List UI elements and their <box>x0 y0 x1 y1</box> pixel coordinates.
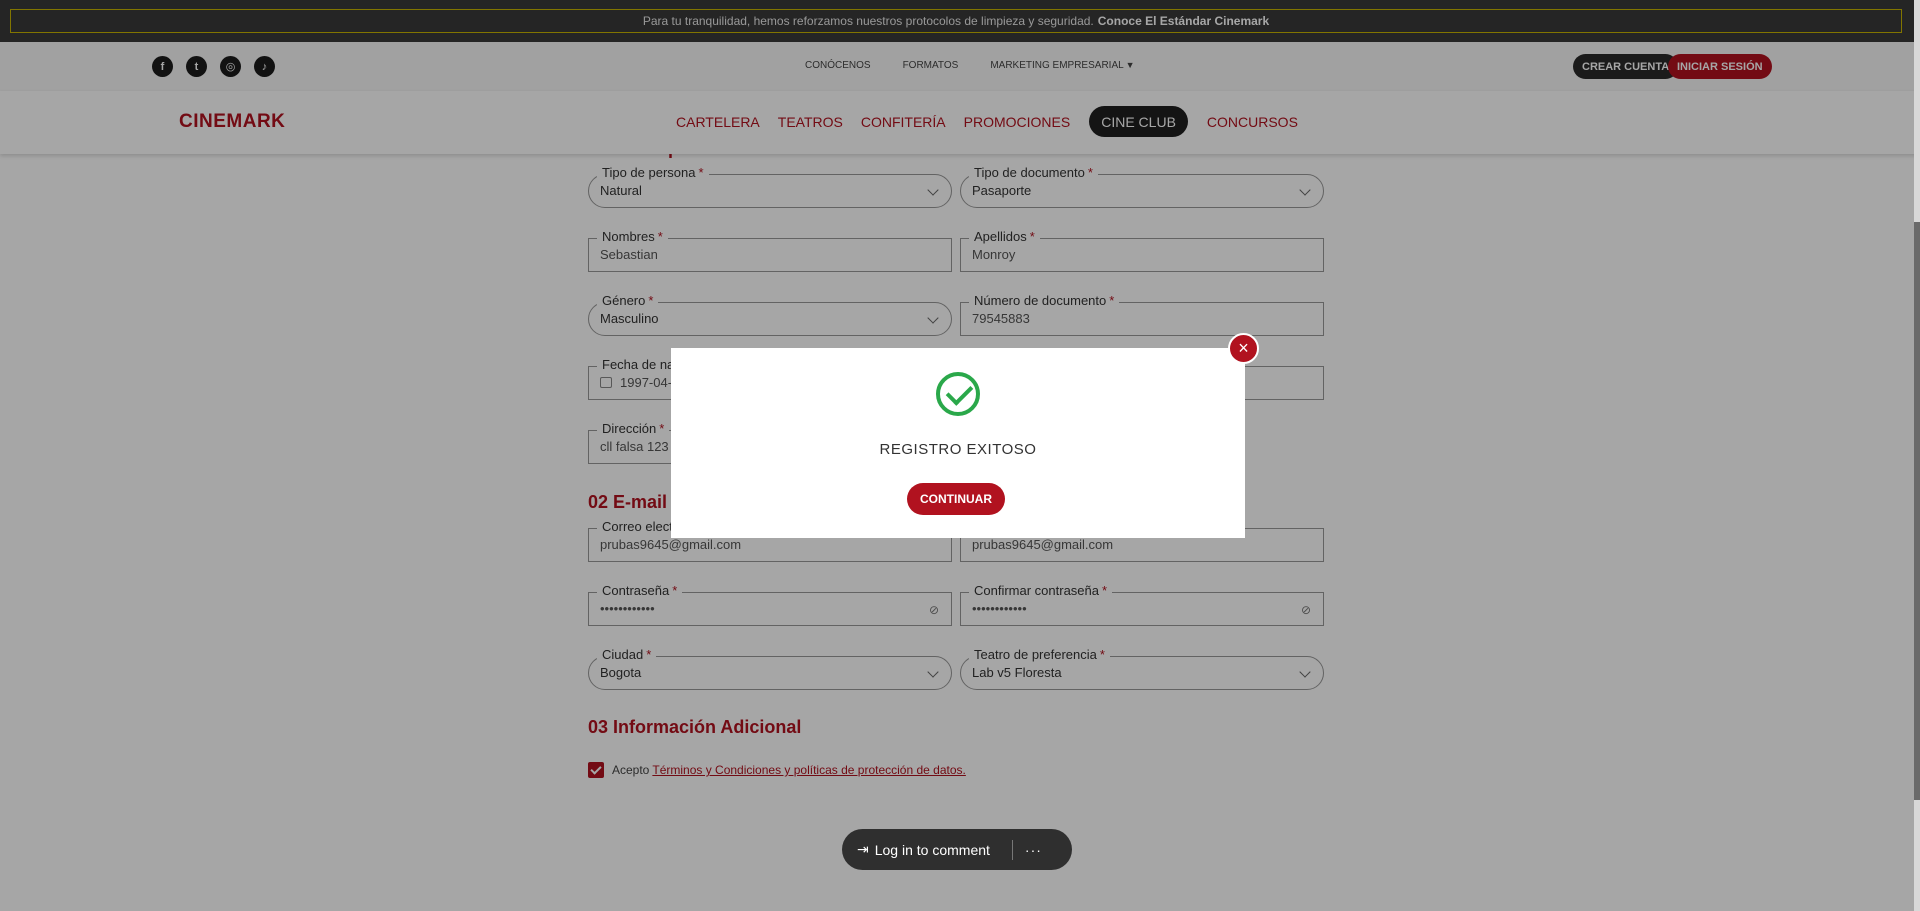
scrollbar-thumb[interactable] <box>1914 222 1920 800</box>
separator <box>1011 839 1013 860</box>
login-icon: ⇥ <box>857 841 869 857</box>
close-icon[interactable]: × <box>1228 333 1259 364</box>
check-circle-icon <box>936 372 980 416</box>
comment-bar: ⇥ Log in to comment ··· <box>842 829 1072 870</box>
login-to-comment-button[interactable]: Log in to comment <box>875 842 990 858</box>
more-options-icon[interactable]: ··· <box>1025 842 1042 858</box>
success-modal: REGISTRO EXITOSO CONTINUAR <box>671 348 1245 538</box>
continuar-button[interactable]: CONTINUAR <box>907 483 1005 515</box>
modal-message: REGISTRO EXITOSO <box>879 441 1037 458</box>
